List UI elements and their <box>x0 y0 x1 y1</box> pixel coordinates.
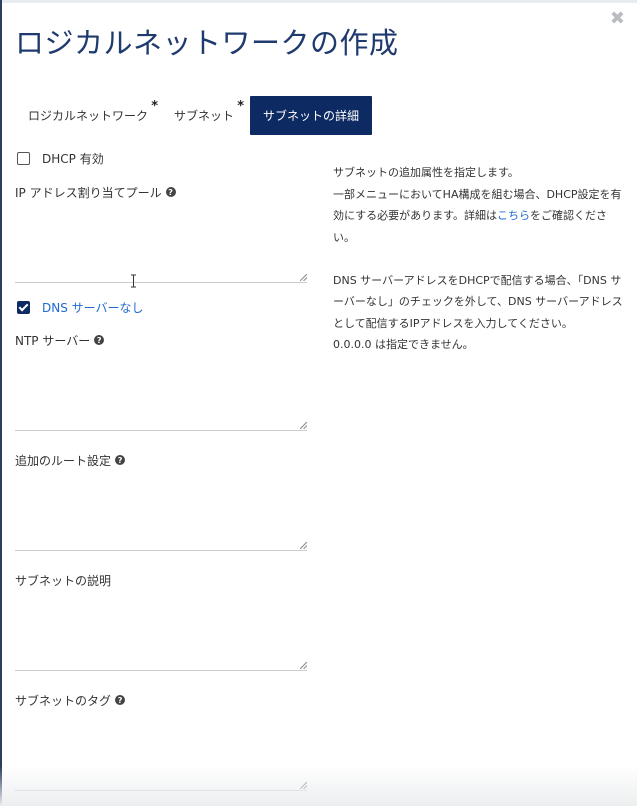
tab-subnet[interactable]: サブネット * <box>162 96 246 135</box>
left-border <box>0 0 2 806</box>
ip-pool-label-row: IP アドレス割り当てプール ? <box>15 183 307 201</box>
ip-pool-label: IP アドレス割り当てプール <box>15 185 162 200</box>
tab-subnet-details[interactable]: サブネットの詳細 <box>250 96 373 135</box>
tags-label-row: サブネットのタグ ? <box>15 691 307 709</box>
help-icon[interactable]: ? <box>115 695 126 705</box>
description-label: サブネットの説明 <box>15 573 112 588</box>
resize-handle-icon[interactable] <box>300 542 307 549</box>
routes-textarea[interactable] <box>15 475 307 551</box>
help-panel: サブネットの追加属性を指定します。 一部メニューにおいてHA構成を組む場合、DH… <box>333 162 627 356</box>
text-cursor-icon <box>131 274 136 288</box>
help-icon[interactable]: ? <box>94 335 105 345</box>
form-fields: DHCP 有効 IP アドレス割り当てプール ? DNS サーバーなし NTP … <box>15 148 307 791</box>
ip-pool-textarea[interactable] <box>15 207 307 283</box>
no-dns-label: DNS サーバーなし <box>42 300 144 315</box>
wizard-tabs: ロジカルネットワーク * サブネット * サブネットの詳細 <box>16 96 373 135</box>
dialog-title: ロジカルネットワークの作成 <box>15 26 399 60</box>
bottom-fade <box>0 766 637 806</box>
required-mark: * <box>151 99 159 114</box>
tab-label: サブネット <box>174 109 235 123</box>
help-icon[interactable]: ? <box>165 187 176 197</box>
description-textarea[interactable] <box>15 595 307 671</box>
description-label-row: サブネットの説明 <box>15 571 307 589</box>
tab-logical-network[interactable]: ロジカルネットワーク * <box>16 96 160 135</box>
tab-label: サブネットの詳細 <box>263 109 360 123</box>
tab-label: ロジカルネットワーク <box>28 109 149 123</box>
required-mark: * <box>237 99 245 114</box>
help-line: DNS サーバーアドレスをDHCPで配信する場合、「DNS サーバーなし」のチェ… <box>333 273 623 330</box>
resize-handle-icon[interactable] <box>300 274 307 281</box>
ntp-label: NTP サーバー <box>15 333 91 348</box>
create-logical-network-dialog: ✖ ロジカルネットワークの作成 ロジカルネットワーク * サブネット * サブネ… <box>0 0 637 806</box>
resize-handle-icon[interactable] <box>300 662 307 669</box>
dhcp-enabled-checkbox[interactable] <box>17 151 30 165</box>
no-dns-checkbox[interactable] <box>17 300 30 314</box>
resize-handle-icon[interactable] <box>300 422 307 429</box>
help-line: 0.0.0.0 は指定できません。 <box>333 338 474 351</box>
dhcp-enabled-row[interactable]: DHCP 有効 <box>15 148 307 168</box>
ntp-textarea[interactable] <box>15 355 307 431</box>
no-dns-row[interactable]: DNS サーバーなし <box>15 297 307 317</box>
ntp-label-row: NTP サーバー ? <box>15 331 307 349</box>
routes-label: 追加のルート設定 <box>15 453 112 468</box>
dhcp-enabled-label: DHCP 有効 <box>42 151 104 166</box>
tags-label: サブネットのタグ <box>15 693 112 708</box>
close-icon[interactable]: ✖ <box>610 10 625 28</box>
routes-label-row: 追加のルート設定 ? <box>15 451 307 469</box>
details-link[interactable]: こちら <box>497 209 530 222</box>
help-paragraph: 一部メニューにおいてHA構成を組む場合、DHCP設定を有効にする必要があります。… <box>333 184 627 249</box>
help-icon[interactable]: ? <box>115 455 126 465</box>
top-strip <box>0 0 637 3</box>
help-line: サブネットの追加属性を指定します。 <box>333 166 519 179</box>
